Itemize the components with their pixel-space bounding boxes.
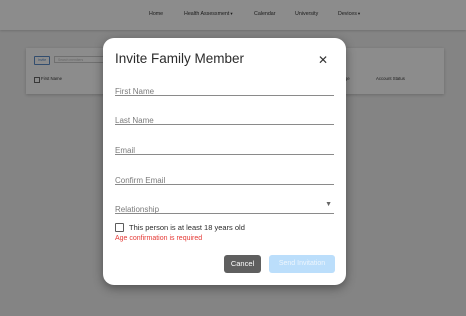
confirm-email-field[interactable] [115,170,334,187]
email-input[interactable] [115,144,334,157]
dropdown-arrow-icon: ▼ [325,201,332,208]
close-icon[interactable]: ✕ [316,53,330,67]
last-name-input[interactable] [115,114,334,127]
age-confirmation-label[interactable]: This person is at least 18 years old [129,223,245,232]
last-name-field[interactable] [115,110,334,127]
age-error-message: Age confirmation is required [115,235,203,242]
send-invitation-button[interactable]: Send Invitation [269,255,335,273]
relationship-label: Relationship [115,205,160,214]
confirm-email-input[interactable] [115,174,334,187]
invite-family-member-dialog: Invite Family Member ✕ Relationship ▼ Th… [103,38,346,285]
first-name-field[interactable] [115,81,334,98]
first-name-input[interactable] [115,85,334,98]
dialog-title: Invite Family Member [115,51,245,66]
age-confirmation-checkbox[interactable] [115,223,124,232]
email-field[interactable] [115,140,334,157]
relationship-select[interactable]: Relationship ▼ [115,199,334,214]
cancel-button[interactable]: Cancel [224,255,261,273]
